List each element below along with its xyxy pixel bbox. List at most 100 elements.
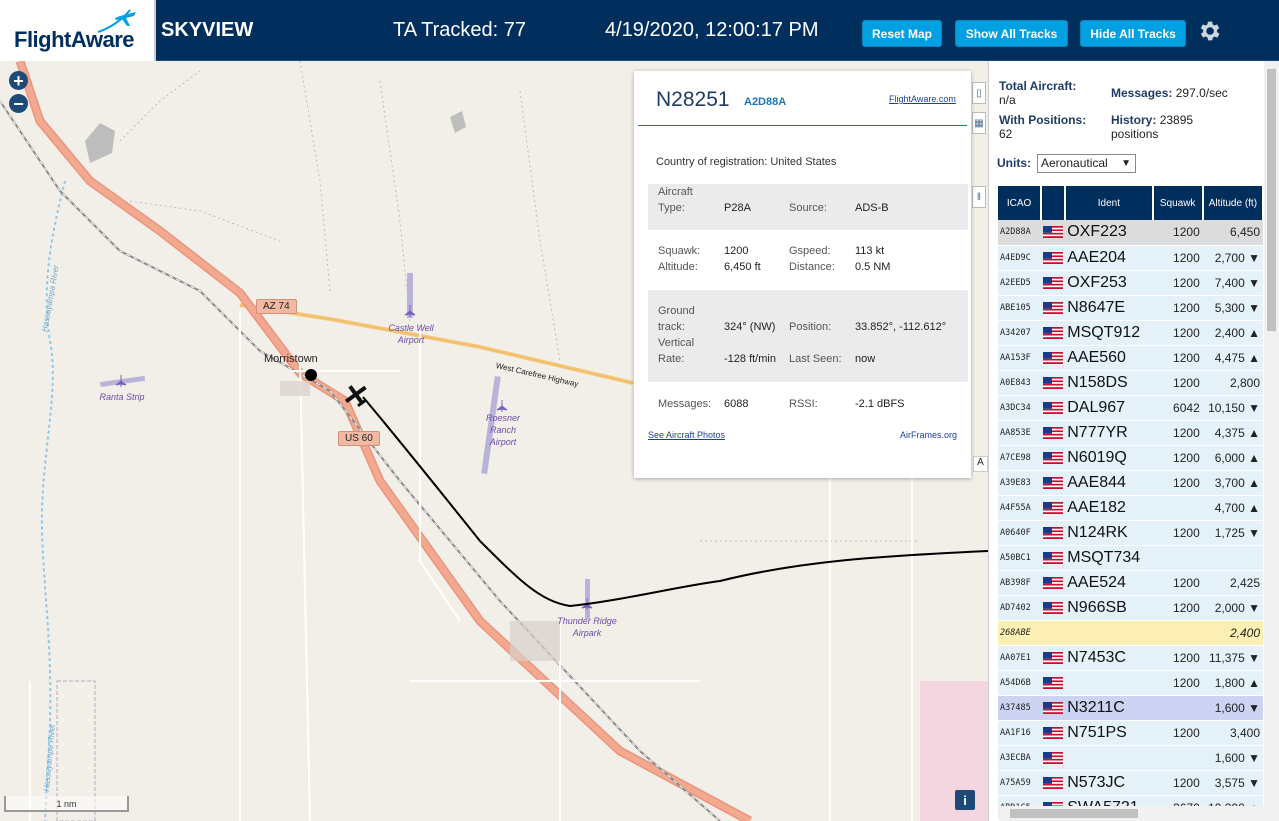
gear-icon[interactable]	[1196, 18, 1222, 44]
altitude-label: Altitude:	[658, 261, 698, 273]
route-shield-us60: US 60	[338, 431, 380, 446]
sidebar-vertical-scrollbar[interactable]	[1264, 61, 1279, 806]
table-row[interactable]: A3DC34 DAL967 6042 10,150 ▼	[998, 395, 1263, 421]
cell-flag	[1041, 520, 1066, 546]
cell-altitude: 4,475 ▲	[1202, 345, 1263, 371]
messages-rate-label: Messages:	[1111, 86, 1173, 100]
us-flag-icon	[1043, 251, 1064, 264]
table-row[interactable]: AD7402 N966SB 1200 2,000 ▼	[998, 595, 1263, 621]
table-row[interactable]: A0640F N124RK 1200 1,725 ▼	[998, 520, 1263, 546]
route-shield-az74: AZ 74	[256, 299, 297, 314]
hide-all-tracks-button[interactable]: Hide All Tracks	[1080, 20, 1186, 47]
table-row[interactable]: A75A59 N573JC 1200 3,575 ▼	[998, 770, 1263, 796]
us-flag-icon	[1043, 426, 1064, 439]
us-flag-icon	[1043, 701, 1064, 714]
table-row[interactable]: 268ABE 2,400	[998, 620, 1263, 646]
table-row[interactable]: A7CE98 N6019Q 1200 6,000 ▲	[998, 445, 1263, 471]
flightaware-logo[interactable]: FlightAware	[0, 0, 156, 61]
col-altitude[interactable]: Altitude (ft)	[1202, 186, 1265, 220]
rssi-value: -2.1 dBFS	[855, 398, 905, 410]
col-ident[interactable]: Ident	[1065, 186, 1154, 220]
cell-squawk: 1200	[1152, 520, 1203, 546]
cell-altitude: 6,000 ▲	[1202, 445, 1263, 471]
cell-squawk: 1200	[1152, 470, 1203, 496]
last-seen-value: now	[855, 353, 876, 365]
table-row[interactable]: A37485 N3211C 1,600 ▼	[998, 695, 1263, 721]
cell-icao: ABE105	[998, 295, 1042, 321]
cell-squawk: 1200	[1152, 295, 1203, 321]
info-button[interactable]: i	[955, 790, 975, 810]
us-flag-icon	[1043, 476, 1064, 489]
popup-divider	[638, 125, 967, 126]
aircraft-type-value: P28A	[724, 202, 751, 214]
cell-icao: A3ECBA	[998, 745, 1042, 771]
cell-icao: A75A59	[998, 770, 1042, 796]
table-row[interactable]: AA1F16 N751PS 1200 3,400	[998, 720, 1263, 746]
cell-squawk: 1200	[1152, 345, 1203, 371]
show-all-tracks-button[interactable]: Show All Tracks	[955, 20, 1068, 47]
table-row[interactable]: AA853E N777YR 1200 4,375 ▲	[998, 420, 1263, 446]
cell-flag	[1041, 445, 1066, 471]
table-view-toggle-icon[interactable]: ▦	[972, 112, 986, 134]
us-flag-icon	[1043, 501, 1064, 514]
table-row[interactable]: A2EED5 OXF253 1200 7,400 ▼	[998, 270, 1263, 296]
col-flag[interactable]	[1041, 186, 1067, 220]
aircraft-photos-link[interactable]: See Aircraft Photos	[648, 430, 725, 440]
cell-ident	[1065, 745, 1153, 771]
cell-flag	[1041, 745, 1066, 771]
cell-altitude: 1,800 ▲	[1202, 670, 1263, 696]
cell-squawk: 1200	[1152, 570, 1203, 596]
cell-altitude	[1202, 545, 1263, 571]
sidebar-horizontal-scrollbar[interactable]	[1000, 806, 1279, 821]
with-positions-value: 62	[999, 127, 1013, 141]
pause-icon[interactable]: ‖	[972, 186, 986, 208]
table-row[interactable]: A2D88A OXF223 1200 6,450	[998, 220, 1263, 246]
cell-squawk: 1200	[1152, 770, 1203, 796]
cell-squawk	[1152, 495, 1203, 521]
cell-icao: A3DC34	[998, 395, 1042, 421]
chevron-down-icon: ▼	[1121, 158, 1131, 169]
col-icao[interactable]: ICAO	[998, 186, 1043, 220]
cell-flag	[1041, 695, 1066, 721]
zoom-out-button[interactable]: −	[9, 94, 28, 113]
cell-squawk: 1200	[1152, 420, 1203, 446]
map-view-toggle-icon[interactable]: ▯	[972, 82, 986, 104]
cell-flag	[1041, 320, 1066, 346]
table-row[interactable]: A50BC1 MSQT734	[998, 545, 1263, 571]
cell-squawk	[1152, 545, 1203, 571]
cell-altitude: 7,400 ▼	[1202, 270, 1263, 296]
cell-squawk	[1152, 620, 1203, 646]
table-row[interactable]: AA07E1 N7453C 1200 11,375 ▼	[998, 645, 1263, 671]
cell-altitude: 1,600 ▼	[1202, 695, 1263, 721]
col-squawk[interactable]: Squawk	[1152, 186, 1204, 220]
cell-flag	[1041, 295, 1066, 321]
table-row[interactable]: A39E83 AAE844 1200 3,700 ▲	[998, 470, 1263, 496]
airport-label-roesner: Roesner Ranch Airport	[485, 413, 521, 447]
zoom-in-button[interactable]: +	[9, 71, 28, 90]
table-row[interactable]: A3ECBA 1,600 ▼	[998, 745, 1263, 771]
gspeed-label: Gspeed:	[789, 245, 831, 257]
table-row[interactable]: ABE105 N8647E 1200 5,300 ▼	[998, 295, 1263, 321]
table-row[interactable]: A4F55A AAE182 4,700 ▲	[998, 495, 1263, 521]
vertical-scroll-thumb[interactable]	[1267, 69, 1276, 331]
last-seen-label: Last Seen:	[789, 353, 842, 365]
table-row[interactable]: A54D6B 1200 1,800 ▲	[998, 670, 1263, 696]
cell-flag	[1041, 770, 1066, 796]
cell-squawk: 1200	[1152, 445, 1203, 471]
horizontal-scroll-thumb[interactable]	[1010, 809, 1138, 818]
cell-ident: AAE204	[1065, 245, 1153, 271]
units-select[interactable]: Aeronautical ▼	[1037, 154, 1136, 173]
cell-squawk: 1200	[1152, 370, 1203, 396]
messages-value: 6088	[724, 398, 749, 410]
table-row[interactable]: A0E843 N158DS 1200 2,800	[998, 370, 1263, 396]
scale-bar: 1 nm	[4, 796, 129, 812]
flightaware-link[interactable]: FlightAware.com	[889, 94, 956, 104]
cell-altitude: 3,700 ▲	[1202, 470, 1263, 496]
table-row[interactable]: A4ED9C AAE204 1200 2,700 ▼	[998, 245, 1263, 271]
cell-altitude: 6,450	[1202, 220, 1263, 246]
table-row[interactable]: AB398F AAE524 1200 2,425	[998, 570, 1263, 596]
reset-map-button[interactable]: Reset Map	[862, 20, 942, 47]
table-row[interactable]: A34207 MSQT912 1200 2,400 ▲	[998, 320, 1263, 346]
airframes-link[interactable]: AirFrames.org	[900, 430, 957, 440]
table-row[interactable]: AA153F AAE560 1200 4,475 ▲	[998, 345, 1263, 371]
